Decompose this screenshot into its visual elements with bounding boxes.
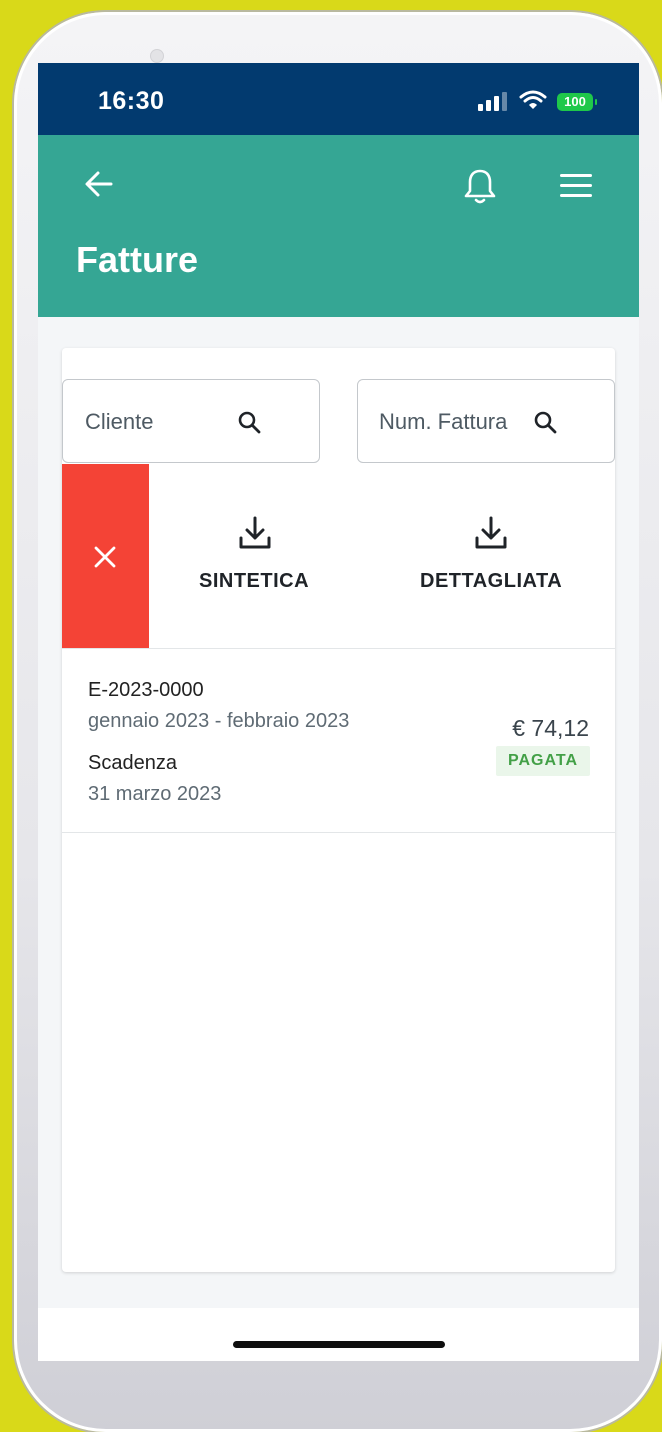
page-title: Fatture [76,239,199,280]
hamburger-menu-icon[interactable] [559,173,593,199]
divider [62,832,615,833]
front-camera [151,50,163,62]
back-arrow-icon[interactable] [84,170,114,198]
client-search-placeholder: Cliente [85,409,154,434]
download-summary-label: SINTETICA [199,570,310,592]
invoice-code: E-2023-0000 [88,679,204,701]
download-summary-button[interactable]: SINTETICA [192,464,332,648]
signal-icon [478,92,507,111]
bottom-area [38,1308,639,1361]
search-icon[interactable] [237,410,261,434]
status-bar: 16:30 100 [38,63,639,135]
download-icon [239,516,271,549]
invoices-card: Cliente Num. Fattura SINTETICA DETTAGLIA… [62,348,615,1272]
close-filter-button[interactable] [62,464,149,648]
actions-row: SINTETICA DETTAGLIATA [62,464,615,648]
status-time: 16:30 [98,87,165,115]
app-header: Fatture [38,135,639,317]
invoice-amount: € 74,12 [512,715,589,741]
phone-screen: 16:30 100 Fatture Cliente Num. Fattura S… [38,63,639,1361]
wifi-icon [519,90,547,109]
download-detailed-button[interactable]: DETTAGLIATA [412,464,582,648]
home-indicator[interactable] [233,1341,445,1348]
close-icon [94,546,116,568]
download-detailed-label: DETTAGLIATA [420,570,563,592]
invoice-number-search-field[interactable]: Num. Fattura [357,379,615,463]
battery-icon: 100 [557,93,597,111]
client-search-field[interactable]: Cliente [62,379,320,463]
search-icon[interactable] [533,410,557,434]
due-label: Scadenza [88,752,177,774]
bell-icon[interactable] [462,167,498,205]
invoice-period: gennaio 2023 - febbraio 2023 [88,710,350,732]
status-badge: PAGATA [496,746,590,776]
due-date: 31 marzo 2023 [88,783,222,805]
invoice-search-placeholder: Num. Fattura [379,409,508,434]
invoice-row[interactable]: E-2023-0000 gennaio 2023 - febbraio 2023… [62,649,615,832]
download-icon [475,516,507,549]
